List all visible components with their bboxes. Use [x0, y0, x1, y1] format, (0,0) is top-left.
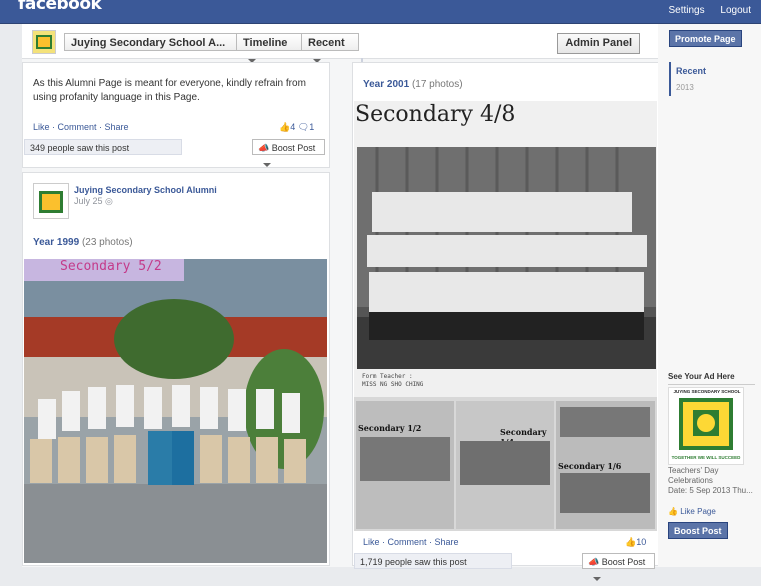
post-actions: Like · Comment · Share	[33, 122, 129, 132]
thumbs-up-icon: 👍	[625, 537, 637, 547]
thumb-1: Secondary 1/2	[356, 401, 454, 529]
thumb-2: Secondary 1/4	[456, 401, 554, 529]
ad-image[interactable]: JUYING SECONDARY SCHOOL TOGETHER WE WILL…	[668, 387, 744, 465]
post-date-text[interactable]: July 25	[74, 196, 103, 206]
album-heading: Year 2001 (17 photos)	[363, 79, 463, 90]
timeline-year-link[interactable]: 2013	[676, 83, 694, 92]
recent-dropdown-label: Recent	[308, 37, 345, 49]
author-avatar[interactable]	[33, 183, 69, 219]
chevron-down-icon	[263, 162, 271, 167]
ad-section-title[interactable]: See Your Ad Here	[668, 372, 735, 381]
photo-caption: Secondary 5/2	[60, 259, 162, 274]
ad-school-name: JUYING SECONDARY SCHOOL	[673, 389, 741, 394]
post-counts: 👍4 🗨1	[279, 122, 314, 133]
comment-link[interactable]: Comment	[58, 122, 97, 132]
class-photo-image	[24, 259, 327, 563]
logout-link[interactable]: Logout	[720, 5, 751, 16]
album-cover-photo[interactable]: Secondary 5/2	[24, 259, 327, 563]
album-count: (23 photos)	[81, 237, 133, 248]
like-link[interactable]: Like	[363, 537, 380, 547]
ad-description: Teachers' Day Celebrations Date: 5 Sep 2…	[668, 466, 760, 496]
thumb-label: Secondary 1/2	[358, 423, 422, 433]
left-gutter	[0, 24, 22, 567]
ad-text: Teachers' Day Celebrations	[668, 466, 719, 485]
form-teacher-name: MISS NG SHO CHING	[362, 381, 424, 388]
post-actions: Like · Comment · Share	[363, 537, 459, 547]
album-title[interactable]: Year 1999	[33, 237, 79, 248]
thumb-photo	[360, 437, 450, 481]
settings-link[interactable]: Settings	[668, 5, 704, 16]
post-notice: As this Alumni Page is meant for everyon…	[22, 62, 330, 168]
post-text: As this Alumni Page is meant for everyon…	[33, 78, 306, 103]
thumb-3: Secondary 1/6	[556, 401, 655, 529]
boost-post-sidebar-button[interactable]: Boost Post	[668, 522, 728, 539]
post-album-1999: Juying Secondary School Alumni July 25 ◎…	[22, 172, 330, 566]
thumb-photo	[460, 441, 550, 485]
page-name-button[interactable]: Juying Secondary School A...	[64, 33, 238, 51]
share-link[interactable]: Share	[435, 537, 459, 547]
like-page-link[interactable]: 👍 Like Page	[668, 507, 716, 516]
ad-date: Date: 5 Sep 2013 Thu...	[668, 486, 753, 495]
class-photo-image	[357, 147, 656, 369]
form-teacher-block: Form Teacher : MISS NG SHO CHING	[362, 373, 423, 389]
reach-bar: 349 people saw this post	[24, 139, 182, 155]
post-date: July 25 ◎	[74, 196, 113, 207]
likes-count[interactable]: 4	[290, 122, 295, 132]
form-teacher-label: Form Teacher :	[362, 373, 413, 380]
share-link[interactable]: Share	[105, 122, 129, 132]
thumb-label: Secondary 1/6	[558, 461, 622, 471]
right-sidebar: Promote Page Recent 2013 See Your Ad Her…	[658, 24, 761, 567]
post-album-2001: Year 2001 (17 photos) Secondary 4/8 Form…	[352, 62, 660, 581]
thumbs-up-icon: 👍	[668, 507, 678, 516]
thumbs-up-icon: 👍	[279, 122, 291, 132]
likes-count[interactable]: 10	[636, 537, 646, 547]
promote-page-button[interactable]: Promote Page	[669, 30, 742, 47]
megaphone-icon: 📣	[588, 557, 600, 567]
ad-divider	[668, 384, 755, 385]
megaphone-icon: 📣	[258, 143, 270, 153]
comment-bubble-icon: 🗨	[297, 122, 310, 132]
album-count: (17 photos)	[411, 79, 463, 90]
top-links: Settings Logout	[655, 5, 751, 16]
school-crest-icon	[34, 184, 68, 218]
post-author[interactable]: Juying Secondary School Alumni	[74, 185, 217, 195]
school-crest-icon	[33, 31, 55, 53]
photo-main-title: Secondary 4/8	[355, 102, 516, 127]
timeline-dropdown[interactable]: Timeline	[236, 33, 302, 64]
post-counts: 👍10	[625, 537, 646, 548]
boost-label: Boost Post	[271, 143, 316, 153]
like-link[interactable]: Like	[33, 122, 50, 132]
boost-post-button[interactable]: 📣 Boost Post	[252, 139, 325, 167]
album-cover-photo[interactable]: Secondary 4/8 Form Teacher: MISS NG SHO…	[354, 101, 657, 531]
comments-count[interactable]: 1	[309, 122, 314, 132]
thumbnail-collage: Secondary 1/2 Secondary 1/4 Secondary 1/…	[354, 397, 657, 531]
main-content: Juying Secondary School A... Timeline Re…	[22, 24, 660, 581]
thumb-photo	[560, 473, 650, 513]
recent-dropdown[interactable]: Recent	[301, 33, 359, 64]
admin-panel-button[interactable]: Admin Panel	[557, 33, 640, 54]
globe-icon: ◎	[105, 196, 113, 206]
boost-label: Boost Post	[601, 557, 646, 567]
timeline-recent-link[interactable]: Recent	[676, 66, 706, 76]
comment-link[interactable]: Comment	[388, 537, 427, 547]
facebook-logo[interactable]: facebook	[18, 0, 102, 14]
school-crest-icon	[679, 398, 733, 450]
top-navigation-bar: facebook Settings Logout	[0, 0, 761, 24]
ad-motto: TOGETHER WE WILL SUCCEED	[671, 455, 741, 460]
album-title[interactable]: Year 2001	[363, 79, 409, 90]
page-profile-thumbnail[interactable]	[32, 30, 56, 54]
page-header-bar: Juying Secondary School A... Timeline Re…	[22, 24, 658, 64]
recent-indicator	[669, 62, 671, 96]
thumb-photo	[560, 407, 650, 437]
like-page-label: Like Page	[680, 507, 716, 516]
album-heading: Year 1999 (23 photos)	[33, 237, 133, 248]
chevron-down-icon	[593, 576, 601, 581]
timeline-dropdown-label: Timeline	[243, 37, 288, 49]
